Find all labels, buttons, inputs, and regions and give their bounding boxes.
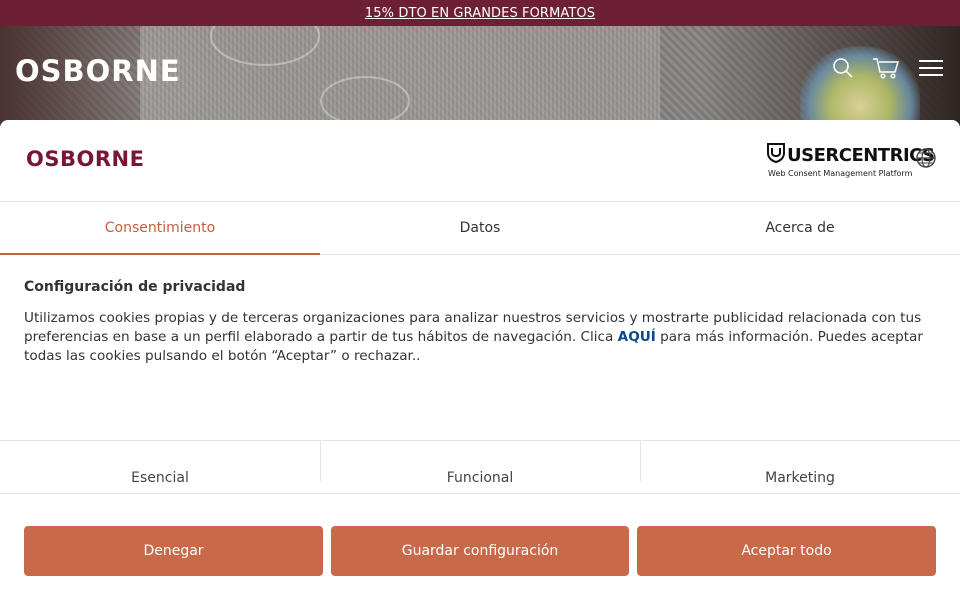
consent-dialog: OSBORNE USERCENTRICS Web Consent Managem… <box>0 120 960 600</box>
consent-header: OSBORNE USERCENTRICS Web Consent Managem… <box>0 120 960 202</box>
menu-icon[interactable] <box>918 58 944 82</box>
tab-datos[interactable]: Datos <box>320 202 640 254</box>
provider-name: USERCENTRICS <box>787 145 935 166</box>
more-info-link[interactable]: AQUÍ <box>618 329 656 345</box>
deny-button[interactable]: Denegar <box>24 526 323 576</box>
accept-all-button[interactable]: Aceptar todo <box>637 526 936 576</box>
header-actions <box>832 56 944 84</box>
category-funcional[interactable]: Funcional <box>320 441 640 494</box>
globe-icon[interactable] <box>915 147 937 173</box>
category-marketing[interactable]: Marketing <box>640 441 960 494</box>
search-icon[interactable] <box>832 57 854 83</box>
consent-content: Configuración de privacidad Utilizamos c… <box>0 255 960 441</box>
site-header: OSBORNE <box>0 26 960 126</box>
privacy-description: Utilizamos cookies propias y de terceras… <box>24 310 923 364</box>
consent-actions: Denegar Guardar configuración Aceptar to… <box>0 493 960 600</box>
privacy-heading: Configuración de privacidad <box>24 279 246 295</box>
tab-consentimiento[interactable]: Consentimiento <box>0 202 320 255</box>
shield-icon <box>767 143 785 168</box>
brand-logo: OSBORNE <box>26 147 145 171</box>
provider-subtitle: Web Consent Management Platform <box>768 169 913 178</box>
consent-categories: Esencial Funcional Marketing <box>0 440 960 494</box>
promo-bar: 15% DTO EN GRANDES FORMATOS <box>0 0 960 26</box>
promo-link[interactable]: 15% DTO EN GRANDES FORMATOS <box>365 6 595 21</box>
save-settings-button[interactable]: Guardar configuración <box>331 526 629 576</box>
category-esencial[interactable]: Esencial <box>0 441 320 494</box>
consent-tabs: Consentimiento Datos Acerca de <box>0 202 960 255</box>
cart-icon[interactable] <box>872 56 900 84</box>
site-logo[interactable]: OSBORNE <box>15 54 181 88</box>
tab-acerca-de[interactable]: Acerca de <box>640 202 960 254</box>
provider-logo: USERCENTRICS Web Consent Management Plat… <box>767 143 935 178</box>
